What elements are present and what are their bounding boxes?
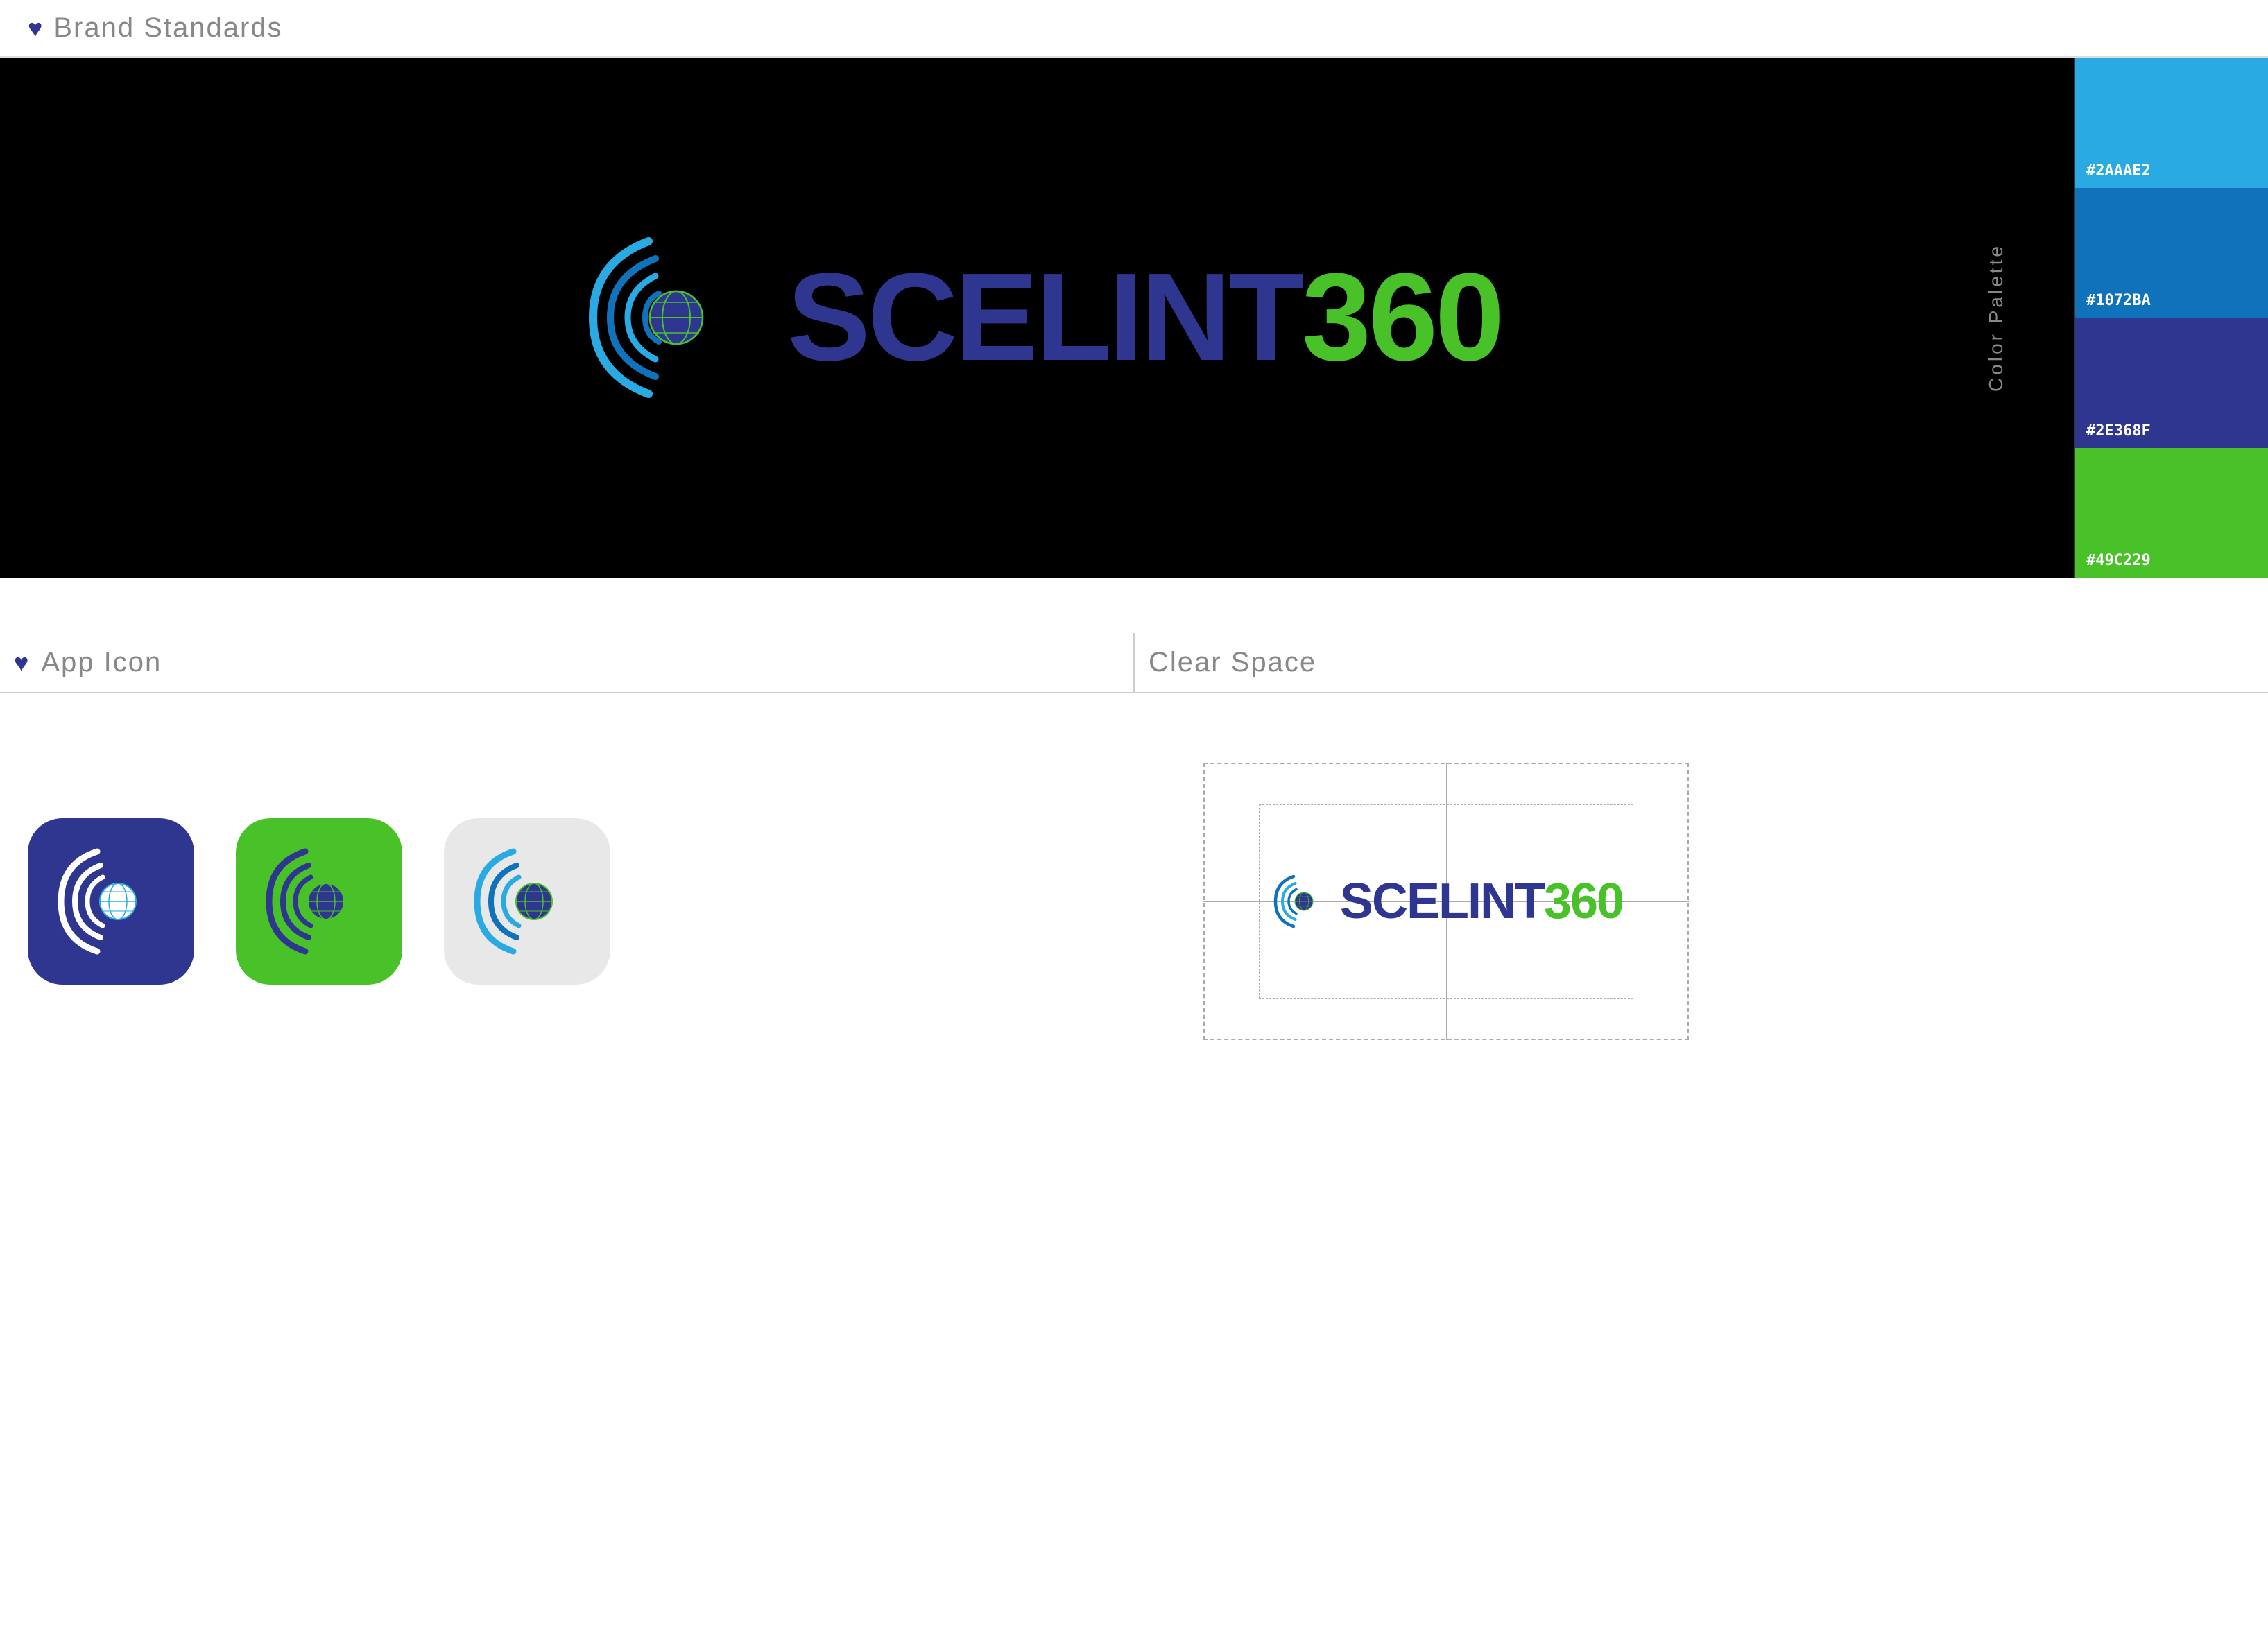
clear-space-area: SCELINT 360 [652, 735, 2240, 1068]
app-icon-blue-svg [49, 839, 173, 964]
clear-space-section-title: Clear Space [1149, 647, 1316, 678]
color-hex-2e368f: #2E368F [2086, 422, 2151, 440]
color-hex-2aaae2: #2AAAE2 [2086, 162, 2151, 180]
section-header-row: ♥ App Icon Clear Space [0, 633, 2268, 693]
brand-section: SCELINT 360 Color Palette #2AAAE2 #1072B… [0, 58, 2268, 578]
clear-space-text-scelint: SCELINT [1340, 876, 1544, 926]
clear-space-diagram: SCELINT 360 [1203, 763, 1689, 1040]
app-icon-green-svg [257, 839, 381, 964]
color-palette-area: #2AAAE2 #1072BA #2E368F #49C229 [2074, 58, 2268, 578]
brand-standards-heart-icon: ♥ [28, 14, 42, 43]
app-icon-blue [28, 818, 194, 985]
clear-space-section-header: Clear Space [1135, 633, 2268, 692]
clear-space-inner-box: SCELINT 360 [1259, 804, 1633, 999]
app-icons-area [28, 735, 652, 1068]
app-icon-heart-icon: ♥ [14, 648, 28, 677]
color-hex-1072ba: #1072BA [2086, 292, 2151, 309]
logo-text-scelint: SCELINT [787, 255, 1302, 380]
app-icon-section-header: ♥ App Icon [0, 633, 1133, 692]
logo-text-group: SCELINT 360 [787, 255, 1502, 380]
app-icon-section-title: App Icon [41, 647, 162, 678]
clear-space-text-360: 360 [1544, 876, 1623, 926]
color-swatch-2e368f: #2E368F [2075, 318, 2268, 448]
top-bar: ♥ Brand Standards [0, 0, 2268, 58]
app-icon-light-svg [465, 839, 590, 964]
clear-space-logo-icon [1269, 870, 1332, 933]
color-palette-label: Color Palette [1985, 243, 2007, 392]
color-swatch-1072ba: #1072BA [2075, 188, 2268, 318]
logo-container: SCELINT 360 [572, 221, 1502, 415]
color-swatch-2aaae2: #2AAAE2 [2075, 58, 2268, 188]
color-hex-49c229: #49C229 [2086, 552, 2151, 569]
app-icon-green [236, 818, 402, 985]
clear-space-logo: SCELINT 360 [1269, 870, 1623, 933]
clear-space-logo-text: SCELINT 360 [1340, 876, 1623, 926]
brand-standards-title: Brand Standards [53, 12, 282, 44]
color-swatch-49c229: #49C229 [2075, 448, 2268, 578]
app-icon-light [444, 818, 610, 985]
logo-text-360: 360 [1302, 255, 1502, 380]
logo-area: SCELINT 360 [0, 58, 2074, 578]
lower-section: SCELINT 360 [0, 693, 2268, 1109]
brand-logo-icon [572, 221, 766, 415]
